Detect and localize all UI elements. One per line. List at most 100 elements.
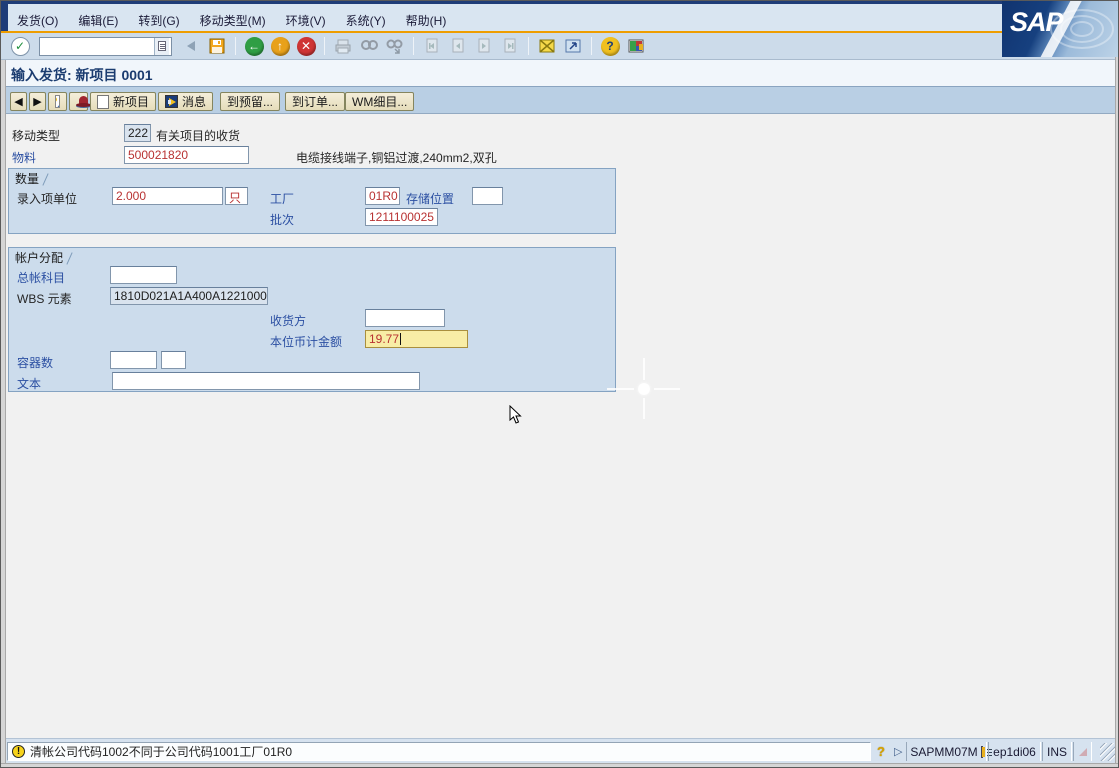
amount-lc-field[interactable]: 19.77 bbox=[365, 330, 468, 348]
status-bar: ! 清帐公司代码1002不同于公司代码1001工厂01R0 ? ▷ SAPMM0… bbox=[1, 738, 1119, 763]
menu-bar: 发货(O) 编辑(E) 转到(G) 移动类型(M) 环境(V) 系统(Y) 帮助… bbox=[1, 4, 1119, 31]
previous-page-icon[interactable] bbox=[447, 35, 469, 57]
wm-details-button[interactable]: WM细目... bbox=[345, 92, 414, 111]
movement-type-field[interactable]: 222 bbox=[124, 124, 151, 142]
menu-help[interactable]: 帮助(H) bbox=[406, 12, 447, 29]
amount-lc-label: 本位币计金额 bbox=[270, 333, 342, 350]
next-item-button[interactable]: ▶ bbox=[29, 92, 46, 111]
containers-field[interactable] bbox=[110, 351, 157, 369]
window-right-frame bbox=[1115, 57, 1119, 763]
menu-goto[interactable]: 转到(G) bbox=[138, 12, 179, 29]
quantity-groupbox: 数量 录入项单位 2.000 只 工厂 01R0 存储位置 批次 1211100… bbox=[8, 168, 616, 234]
command-field[interactable] bbox=[39, 37, 172, 56]
command-input[interactable] bbox=[40, 39, 154, 54]
status-help-icon[interactable]: ? bbox=[877, 744, 885, 759]
mouse-cursor bbox=[509, 405, 523, 425]
enter-icon[interactable]: ✓ bbox=[9, 35, 31, 57]
containers-label: 容器数 bbox=[17, 354, 53, 371]
wm-details-label: WM细目... bbox=[352, 93, 407, 110]
material-label: 物料 bbox=[12, 149, 36, 166]
last-page-icon[interactable] bbox=[499, 35, 521, 57]
page-title: 输入发货: 新项目 0001 bbox=[11, 65, 153, 85]
status-expand-icon[interactable]: ▷ bbox=[894, 745, 902, 758]
status-program: SAPMM07M bbox=[910, 745, 977, 759]
storage-location-label: 存储位置 bbox=[406, 190, 454, 207]
menu-goods-issue[interactable]: 发货(O) bbox=[17, 12, 58, 29]
goods-recipient-field[interactable] bbox=[365, 309, 445, 327]
to-reservation-button[interactable]: 到预留... bbox=[220, 92, 280, 111]
sap-logo: SAP bbox=[1002, 1, 1119, 57]
plant-label: 工厂 bbox=[270, 190, 294, 207]
messages-label: 消息 bbox=[182, 93, 206, 110]
containers-unit-field[interactable] bbox=[161, 351, 186, 369]
previous-item-button[interactable]: ◀ bbox=[10, 92, 27, 111]
status-host-panel[interactable]: ep1di06 bbox=[988, 742, 1041, 761]
group-tab-slash bbox=[66, 252, 72, 264]
customize-layout-icon[interactable] bbox=[625, 35, 647, 57]
next-page-icon[interactable] bbox=[473, 35, 495, 57]
movement-type-description: 有关项目的收货 bbox=[156, 127, 240, 144]
status-program-panel[interactable]: SAPMM07M bbox=[906, 742, 987, 761]
first-page-icon[interactable] bbox=[421, 35, 443, 57]
window-left-frame bbox=[1, 60, 6, 763]
gl-account-label: 总帐科目 bbox=[17, 269, 65, 286]
text-label: 文本 bbox=[17, 375, 41, 392]
status-message: 清帐公司代码1002不同于公司代码1001工厂01R0 bbox=[30, 743, 292, 760]
material-field[interactable]: 500021820 bbox=[124, 146, 249, 164]
save-icon[interactable] bbox=[206, 35, 228, 57]
help-icon[interactable]: ? bbox=[599, 35, 621, 57]
messages-icon bbox=[165, 95, 178, 108]
menu-environment[interactable]: 环境(V) bbox=[286, 12, 326, 29]
wbs-element-field[interactable]: 1810D021A1A400A1221000 bbox=[110, 287, 268, 305]
messages-button[interactable]: 消息 bbox=[158, 92, 213, 111]
back-icon[interactable]: ← bbox=[243, 35, 265, 57]
menu-system[interactable]: 系统(Y) bbox=[346, 12, 386, 29]
text-caret bbox=[400, 333, 401, 345]
account-group-title: 帐户分配 bbox=[15, 249, 70, 266]
storage-location-field[interactable] bbox=[472, 187, 503, 205]
print-icon[interactable] bbox=[332, 35, 354, 57]
status-insert-mode-panel[interactable]: INS bbox=[1042, 742, 1072, 761]
warning-icon: ! bbox=[12, 745, 25, 758]
window-left-edge bbox=[1, 4, 8, 34]
new-session-icon[interactable] bbox=[536, 35, 558, 57]
batch-field[interactable]: 1211100025 bbox=[365, 208, 438, 226]
find-icon[interactable] bbox=[358, 35, 380, 57]
exit-icon[interactable]: ↑ bbox=[269, 35, 291, 57]
previous-icon: ◀ bbox=[14, 95, 22, 108]
new-item-label: 新项目 bbox=[113, 93, 149, 110]
sap-gui-window: 发货(O) 编辑(E) 转到(G) 移动类型(M) 环境(V) 系统(Y) 帮助… bbox=[0, 0, 1119, 768]
gl-account-field[interactable] bbox=[110, 266, 177, 284]
collapse-icon[interactable] bbox=[180, 35, 202, 57]
cancel-icon[interactable]: ✕ bbox=[295, 35, 317, 57]
command-history-icon[interactable] bbox=[154, 38, 169, 55]
item-overview-button[interactable] bbox=[48, 92, 67, 111]
plant-field[interactable]: 01R0 bbox=[365, 187, 400, 205]
to-reservation-label: 到预留... bbox=[227, 93, 273, 110]
new-document-icon bbox=[97, 95, 109, 109]
overview-icon bbox=[55, 95, 60, 108]
material-description: 电缆接线端子,铜铝过渡,240mm2,双孔 bbox=[296, 149, 497, 166]
create-shortcut-icon[interactable] bbox=[562, 35, 584, 57]
status-message-box[interactable]: ! 清帐公司代码1002不同于公司代码1001工厂01R0 bbox=[7, 742, 871, 761]
find-next-icon[interactable] bbox=[384, 35, 406, 57]
menu-movement-type[interactable]: 移动类型(M) bbox=[200, 12, 266, 29]
text-field[interactable] bbox=[112, 372, 420, 390]
details-hat-icon bbox=[76, 96, 81, 108]
unit-field[interactable]: 只 bbox=[225, 187, 248, 205]
application-toolbar: ◀ ▶ 新项目 消息 到预留... 到订单... WM细目... bbox=[1, 87, 1119, 114]
form-area: 移动类型 222 有关项目的收货 物料 500021820 电缆接线端子,铜铝过… bbox=[6, 114, 1115, 738]
to-order-button[interactable]: 到订单... bbox=[285, 92, 345, 111]
unit-of-entry-field[interactable]: 2.000 bbox=[112, 187, 223, 205]
status-host: ep1di06 bbox=[993, 745, 1036, 759]
quantity-group-title: 数量 bbox=[15, 170, 46, 187]
menu-edit[interactable]: 编辑(E) bbox=[78, 12, 118, 29]
unit-of-entry-label: 录入项单位 bbox=[17, 190, 77, 207]
sap-logo-text: SAP bbox=[1010, 7, 1063, 38]
status-extra-panel bbox=[1073, 742, 1092, 761]
item-details-button[interactable] bbox=[69, 92, 88, 111]
program-window-icon bbox=[981, 746, 983, 758]
wbs-element-label: WBS 元素 bbox=[17, 290, 72, 307]
new-item-button[interactable]: 新项目 bbox=[90, 92, 156, 111]
account-assignment-groupbox: 帐户分配 总帐科目 WBS 元素 1810D021A1A400A1221000 … bbox=[8, 247, 616, 392]
